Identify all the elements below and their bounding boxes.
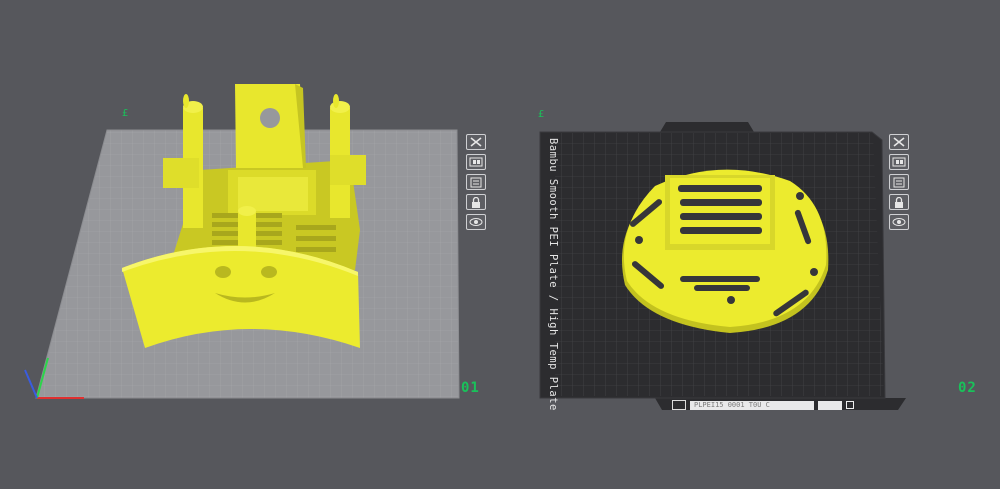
plate-number-1: 01 [461, 380, 480, 396]
close-plate-button[interactable] [466, 134, 486, 150]
plate-code-chip [818, 400, 842, 410]
arrange-plate-button[interactable] [466, 154, 486, 170]
model-round-plate[interactable] [621, 169, 829, 333]
eye-icon [469, 218, 483, 226]
plate-view-button[interactable] [466, 214, 486, 230]
plate-type-label: Bambu Smooth PEI Plate / High Temp Plate [547, 138, 559, 411]
plate-view-button[interactable] [889, 214, 909, 230]
close-plate-button[interactable] [889, 134, 909, 150]
arrange-icon [469, 157, 483, 167]
3d-viewport[interactable] [0, 0, 1000, 489]
plate-number-2: 02 [958, 380, 977, 396]
close-icon [470, 137, 482, 147]
slice-plate-button[interactable] [889, 174, 909, 190]
lock-plate-button[interactable] [889, 194, 909, 210]
plate-2-marker: £ [538, 109, 545, 120]
lock-icon [472, 196, 480, 208]
plate-settings-icon [893, 177, 905, 187]
plate-1-controls [466, 134, 486, 230]
tab-pill [846, 401, 854, 409]
plate-2-bottom-tab: PLPEI15 0001 T0U C [672, 399, 902, 411]
plate-id-strip: PLPEI15 0001 T0U C [690, 400, 814, 410]
close-icon [893, 137, 905, 147]
arrange-plate-button[interactable] [889, 154, 909, 170]
arrange-icon [892, 157, 906, 167]
eye-icon [892, 218, 906, 226]
plate-1-marker: £ [122, 108, 129, 119]
slice-plate-button[interactable] [466, 174, 486, 190]
lock-icon [895, 196, 903, 208]
plate-2-controls [889, 134, 909, 230]
plate-settings-icon [470, 177, 482, 187]
lock-plate-button[interactable] [466, 194, 486, 210]
bambu-logo-icon [672, 400, 686, 410]
